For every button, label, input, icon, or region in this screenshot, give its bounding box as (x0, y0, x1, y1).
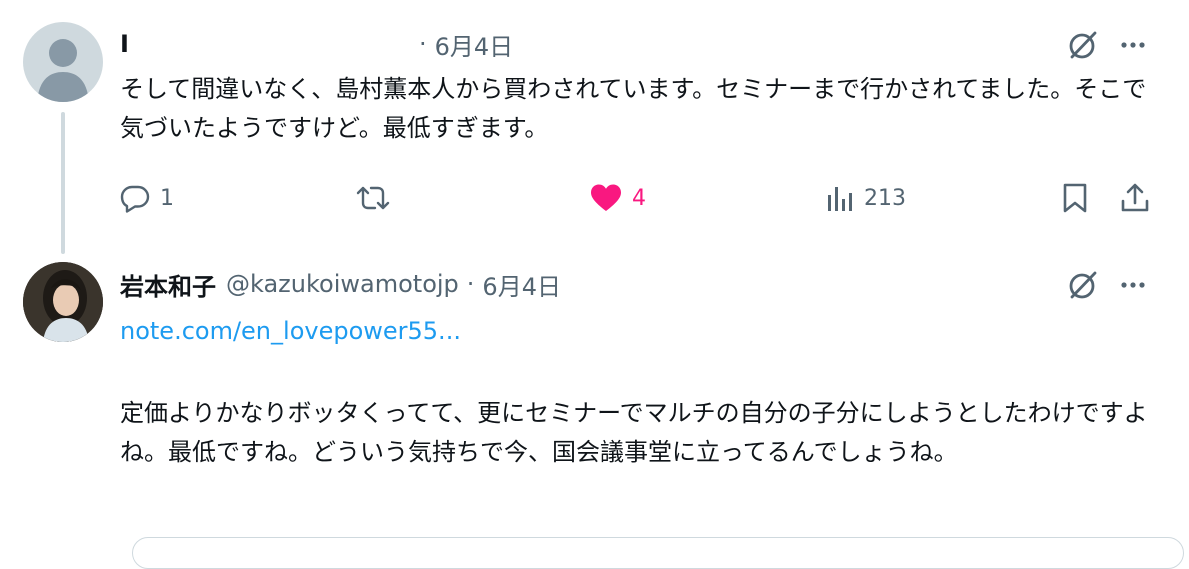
tweet-text: 定価よりかなりボッタくってて、更にセミナーでマルチの自分の子分にしようとしたわけ… (120, 399, 1148, 466)
views-button[interactable]: 213 (826, 178, 906, 218)
views-count: 213 (864, 185, 906, 211)
share-icon (1121, 183, 1149, 212)
separator: · (418, 30, 427, 58)
views-icon (828, 187, 852, 211)
heart-icon (591, 184, 621, 211)
quote-card[interactable] (132, 537, 1184, 569)
like-button[interactable]: 4 (590, 178, 646, 218)
bookmark-icon (1063, 183, 1087, 213)
retweet-button[interactable] (356, 178, 400, 218)
author-name[interactable]: 岩本和子 (120, 267, 216, 302)
profile-photo-icon (23, 262, 103, 342)
retweet-icon (356, 186, 390, 210)
bookmark-button[interactable] (1062, 178, 1088, 218)
grok-icon[interactable] (1066, 28, 1100, 62)
tweet-text: そして間違いなく、島村薫本人から買わされています。セミナーまで行かされてました。… (120, 75, 1147, 142)
avatar-user[interactable] (23, 262, 103, 342)
author-name[interactable]: I (120, 30, 129, 58)
reply-icon (120, 185, 150, 213)
like-count: 4 (632, 185, 646, 211)
share-button[interactable] (1120, 178, 1150, 218)
reply-button[interactable]: 1 (120, 178, 174, 218)
default-avatar-icon (37, 39, 89, 102)
thread-line (61, 112, 65, 254)
author-handle[interactable]: @kazukoiwamotojp (226, 270, 459, 298)
tweet-link[interactable]: note.com/en_lovepower55... (120, 312, 1160, 351)
more-icon[interactable] (1118, 30, 1148, 60)
tweet-date[interactable]: 6月4日 (435, 27, 514, 62)
avatar-default[interactable] (23, 22, 103, 102)
more-icon[interactable] (1118, 270, 1148, 300)
reply-count: 1 (160, 185, 174, 211)
grok-icon[interactable] (1066, 268, 1100, 302)
separator: · (466, 270, 475, 298)
tweet-date[interactable]: 6月4日 (482, 267, 561, 302)
